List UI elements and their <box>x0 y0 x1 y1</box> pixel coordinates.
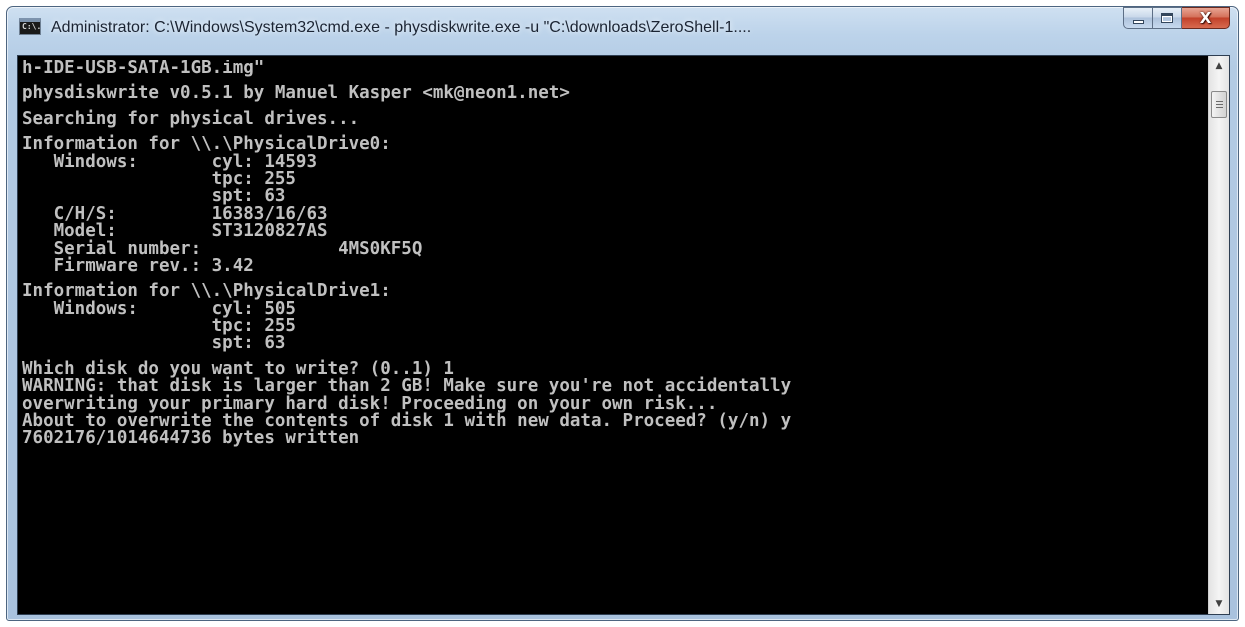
console-line: Searching for physical drives... <box>22 108 360 129</box>
console-line: Information for \\.\PhysicalDrive0: <box>22 134 391 155</box>
console-line: 7602176/1014644736 bytes written <box>22 428 360 449</box>
grip-line <box>1215 107 1223 108</box>
scroll-thumb[interactable] <box>1211 91 1227 118</box>
grip-line <box>1215 101 1223 102</box>
console-area[interactable]: h-IDE-USB-SATA-1GB.img" physdiskwrite v0.… <box>17 55 1230 615</box>
title-bar[interactable]: C:\. Administrator: C:\Windows\System32\… <box>7 7 1238 53</box>
scroll-down-arrow-icon[interactable]: ▼ <box>1209 594 1229 614</box>
console-line: Firmware rev.: 3.42 <box>22 255 254 276</box>
vertical-scrollbar[interactable]: ▲ ▼ <box>1208 56 1229 614</box>
minimize-icon <box>1132 20 1144 24</box>
minimize-button[interactable] <box>1123 7 1153 29</box>
console-line: h-IDE-USB-SATA-1GB.img" <box>22 60 265 78</box>
window-title: Administrator: C:\Windows\System32\cmd.e… <box>51 19 752 36</box>
scroll-up-arrow-icon[interactable]: ▲ <box>1209 56 1229 76</box>
close-icon: X <box>1199 9 1212 27</box>
caption-buttons: X <box>1123 7 1230 31</box>
cmd-window: C:\. Administrator: C:\Windows\System32\… <box>6 6 1239 621</box>
grip-line <box>1215 104 1223 105</box>
console-line: spt: 63 <box>22 333 286 354</box>
maximize-icon <box>1161 13 1173 23</box>
console-app-icon[interactable]: C:\. <box>19 18 41 35</box>
console-output: h-IDE-USB-SATA-1GB.img" physdiskwrite v0.… <box>22 60 1205 610</box>
console-line: physdiskwrite v0.5.1 by Manuel Kasper <m… <box>22 83 570 104</box>
maximize-button[interactable] <box>1153 7 1182 29</box>
console-line: Model: ST3120827AS <box>22 221 328 242</box>
close-button[interactable]: X <box>1182 7 1230 29</box>
